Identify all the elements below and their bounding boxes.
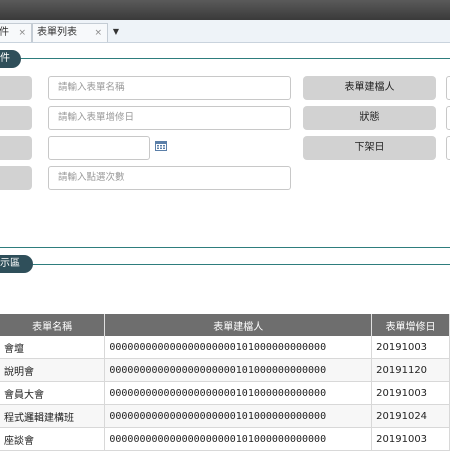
calendar-icon[interactable] [155, 140, 167, 151]
column-header-form-name[interactable]: 表單名稱 [0, 314, 106, 336]
label-status: 狀態 [303, 106, 436, 130]
cell-form-name: 說明會 [0, 358, 106, 382]
tab-form-list[interactable]: 表單列表 × [32, 23, 108, 42]
cell-creator: 000000000000000000000101000000000000 [104, 404, 373, 428]
section-divider [0, 58, 450, 59]
cell-creator: 000000000000000000000101000000000000 [104, 336, 373, 359]
label-form-creator: 表單建檔人 [303, 76, 436, 100]
click-count-input[interactable]: 請輸入點選次數 [48, 166, 291, 190]
publish-date-input[interactable] [48, 136, 150, 160]
form-name-input[interactable]: 請輸入表單名稱 [48, 76, 291, 100]
column-header-creator[interactable]: 表單建檔人 [104, 314, 373, 336]
tab-menu-button[interactable]: ▼ [108, 23, 124, 41]
close-icon[interactable]: × [18, 24, 26, 42]
cell-modified-date: 20191120 [371, 358, 450, 382]
tab-label: 件 [0, 27, 9, 38]
close-icon[interactable]: × [94, 24, 102, 42]
table-row[interactable]: 程式邏輯建構班 00000000000000000000010100000000… [0, 404, 450, 428]
modified-date-input[interactable]: 請輸入表單增修日 [48, 106, 291, 130]
table-row[interactable]: 說明會 000000000000000000000101000000000000… [0, 358, 450, 382]
label-modified-date [0, 106, 32, 130]
table-header-row: 表單名稱 表單建檔人 表單增修日 [0, 314, 450, 336]
cell-modified-date: 20191003 [371, 336, 450, 359]
status-select[interactable] [446, 106, 450, 130]
column-header-modified-date[interactable]: 表單增修日 [371, 314, 450, 336]
cell-creator: 000000000000000000000101000000000000 [104, 381, 373, 405]
section-divider [0, 247, 450, 248]
results-table: 表單名稱 表單建檔人 表單增修日 會壇 00000000000000000000… [0, 314, 450, 451]
display-section-title: 示區 [0, 255, 33, 273]
cell-modified-date: 20191003 [371, 427, 450, 451]
tab-label: 表單列表 [37, 27, 77, 38]
label-removal-date: 下架日 [303, 136, 436, 160]
section-divider [0, 264, 450, 265]
cell-form-name: 會壇 [0, 336, 106, 359]
label-form-name [0, 76, 32, 100]
cell-modified-date: 20191024 [371, 404, 450, 428]
cell-form-name: 座談會 [0, 427, 106, 451]
cell-creator: 000000000000000000000101000000000000 [104, 427, 373, 451]
query-section-title: 件 [0, 50, 21, 68]
table-row[interactable]: 會壇 000000000000000000000101000000000000 … [0, 336, 450, 359]
table-row[interactable]: 會員大會 00000000000000000000010100000000000… [0, 381, 450, 405]
tab-previous[interactable]: 件 × [0, 23, 32, 42]
form-creator-input[interactable] [446, 76, 450, 100]
cell-form-name: 會員大會 [0, 381, 106, 405]
removal-date-input[interactable] [446, 136, 450, 160]
label-publish-date [0, 136, 32, 160]
tab-strip: 件 × 表單列表 × [0, 20, 450, 43]
caret-down-icon: ▼ [112, 27, 120, 36]
cell-form-name: 程式邏輯建構班 [0, 404, 106, 428]
table-row[interactable]: 座談會 000000000000000000000101000000000000… [0, 427, 450, 451]
cell-modified-date: 20191003 [371, 381, 450, 405]
label-click-count [0, 166, 32, 190]
window-title-bar [0, 0, 450, 20]
cell-creator: 000000000000000000000101000000000000 [104, 358, 373, 382]
